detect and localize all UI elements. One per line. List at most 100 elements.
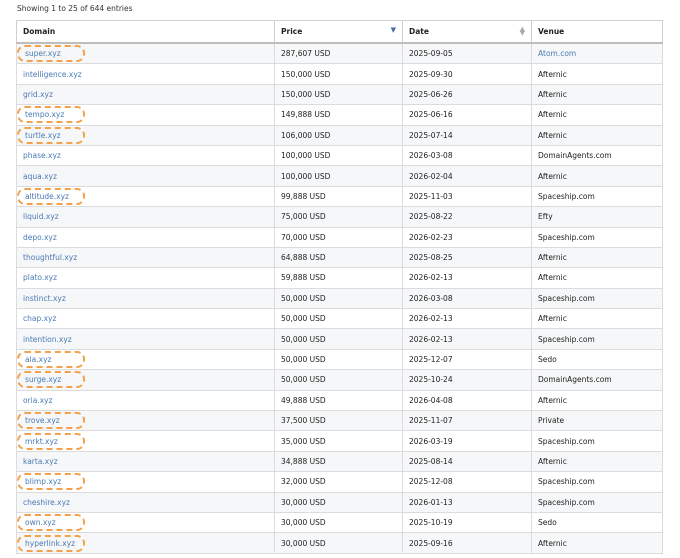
price-cell: 30,000 USD	[274, 491, 403, 513]
venue-label: Afternic	[538, 69, 567, 79]
date-cell: 2026-02-04	[402, 165, 532, 187]
table-header: Domain Price ▼ Date ▲ ▼ Venue	[16, 20, 663, 44]
date-cell: 2026-03-08	[402, 144, 532, 167]
domain-link[interactable]: ala.xyz	[17, 351, 85, 369]
date-cell: 2025-06-26	[402, 83, 532, 106]
domain-link[interactable]: phase.xyz	[23, 151, 61, 160]
venue-cell: Afternic	[531, 450, 663, 473]
column-header-domain[interactable]: Domain	[16, 20, 275, 44]
venue-cell: Spaceship.com	[531, 430, 663, 452]
table-row: phase.xyz 100,000 USD 2026-03-08 DomainAgen…	[16, 144, 663, 167]
domain-link[interactable]: turtle.xyz	[17, 126, 85, 144]
domain-link[interactable]: blimp.xyz	[17, 473, 85, 491]
sort-descending-icon: ▼	[390, 26, 396, 34]
price-cell: 75,000 USD	[274, 206, 403, 228]
venue-cell: Efty	[531, 206, 663, 228]
venue-cell: Spaceship.com	[531, 471, 663, 493]
table-row: aqua.xyz 100,000 USD 2026-02-04 Afternic	[16, 165, 663, 187]
domain-link[interactable]: hyperlink.xyz	[17, 534, 85, 552]
venue-cell: Atom.com	[531, 42, 663, 65]
venue-label: Spaceship.com	[538, 191, 595, 201]
table-row: mrkt.xyz 35,000 USD 2026-03-19 Spaceship.co…	[16, 430, 663, 452]
domain-cell: oria.xyz	[16, 389, 275, 412]
venue-link[interactable]: Atom.com	[538, 49, 576, 58]
price-cell: 50,000 USD	[274, 308, 403, 330]
domain-link[interactable]: super.xyz	[17, 45, 85, 63]
venue-cell: Sedo	[531, 348, 663, 371]
venue-cell: Afternic	[531, 165, 663, 187]
domain-cell: phase.xyz	[16, 144, 275, 167]
column-header-date[interactable]: Date ▲ ▼	[402, 20, 532, 44]
domain-cell: plato.xyz	[16, 267, 275, 289]
domain-cell: karta.xyz	[16, 450, 275, 473]
venue-cell: Spaceship.com	[531, 287, 663, 310]
table-row: blimp.xyz 32,000 USD 2025-12-08 Spaceship.c…	[16, 471, 663, 493]
domain-link[interactable]: aqua.xyz	[23, 172, 57, 181]
date-cell: 2026-02-13	[402, 308, 532, 330]
date-cell: 2026-01-13	[402, 491, 532, 513]
domain-link[interactable]: instinct.xyz	[23, 294, 66, 303]
venue-cell: DomainAgents.com	[531, 144, 663, 167]
table-row: trove.xyz 37,500 USD 2025-11-07 Private	[16, 410, 663, 432]
price-cell: 49,888 USD	[274, 389, 403, 412]
venue-label: Efty	[538, 212, 553, 222]
venue-cell: Afternic	[531, 104, 663, 126]
price-cell: 30,000 USD	[274, 511, 403, 534]
price-cell: 287,607 USD	[274, 42, 403, 65]
domain-link[interactable]: oria.xyz	[23, 396, 53, 405]
venue-cell: Afternic	[531, 267, 663, 289]
venue-cell: Spaceship.com	[531, 328, 663, 350]
date-cell: 2025-06-16	[402, 104, 532, 126]
domain-cell: aqua.xyz	[16, 165, 275, 187]
domain-link[interactable]: own.xyz	[17, 514, 85, 532]
venue-cell: Spaceship.com	[531, 185, 663, 208]
domain-link[interactable]: thoughtful.xyz	[23, 253, 77, 262]
column-header-price[interactable]: Price ▼	[274, 20, 403, 44]
venue-cell: Spaceship.com	[531, 491, 663, 513]
table-row: depo.xyz 70,000 USD 2026-02-23 Spaceship.co…	[16, 226, 663, 248]
domain-link[interactable]: surge.xyz	[17, 371, 85, 389]
domain-cell: chap.xyz	[16, 308, 275, 330]
venue-label: Sedo	[538, 518, 557, 528]
column-header-label: Venue	[538, 27, 565, 36]
table-row: liquid.xyz 75,000 USD 2025-08-22 Efty	[16, 206, 663, 228]
price-cell: 59,888 USD	[274, 267, 403, 289]
venue-cell: Afternic	[531, 63, 663, 85]
domain-link[interactable]: grid.xyz	[23, 90, 53, 99]
domain-link[interactable]: depo.xyz	[23, 233, 57, 242]
price-cell: 50,000 USD	[274, 328, 403, 350]
date-cell: 2026-02-13	[402, 328, 532, 350]
price-cell: 32,000 USD	[274, 471, 403, 493]
domain-link[interactable]: plato.xyz	[23, 273, 57, 282]
domain-cell: own.xyz	[16, 511, 275, 534]
venue-label: Sedo	[538, 355, 557, 365]
domain-cell: liquid.xyz	[16, 206, 275, 228]
venue-label: Afternic	[538, 110, 567, 120]
date-cell: 2025-12-08	[402, 471, 532, 493]
domain-link[interactable]: cheshire.xyz	[23, 498, 70, 507]
domain-cell: depo.xyz	[16, 226, 275, 248]
domain-cell: turtle.xyz	[16, 124, 275, 146]
column-header-venue[interactable]: Venue	[531, 20, 663, 44]
table-row: oria.xyz 49,888 USD 2026-04-08 Afternic	[16, 389, 663, 412]
domain-link[interactable]: chap.xyz	[23, 314, 56, 323]
domain-cell: trove.xyz	[16, 410, 275, 432]
entries-info: Showing 1 to 25 of 644 entries	[17, 4, 133, 13]
domain-link[interactable]: mrkt.xyz	[17, 432, 85, 450]
domain-link[interactable]: liquid.xyz	[23, 212, 59, 221]
domain-link[interactable]: intelligence.xyz	[23, 70, 82, 79]
domain-link[interactable]: karta.xyz	[23, 457, 58, 466]
domain-cell: ala.xyz	[16, 348, 275, 371]
venue-cell: DomainAgents.com	[531, 369, 663, 391]
domain-link[interactable]: trove.xyz	[17, 412, 85, 430]
domain-link[interactable]: tempo.xyz	[17, 106, 85, 124]
domain-link[interactable]: intention.xyz	[23, 335, 72, 344]
date-cell: 2025-09-30	[402, 63, 532, 85]
column-header-label: Price	[281, 27, 303, 36]
domain-cell: hyperlink.xyz	[16, 532, 275, 554]
domain-cell: intelligence.xyz	[16, 63, 275, 85]
venue-cell: Afternic	[531, 246, 663, 269]
sales-table-container: Domain Price ▼ Date ▲ ▼ Venue super.xyz 287,…	[16, 20, 663, 554]
domain-link[interactable]: altitude.xyz	[17, 187, 85, 205]
price-cell: 37,500 USD	[274, 410, 403, 432]
